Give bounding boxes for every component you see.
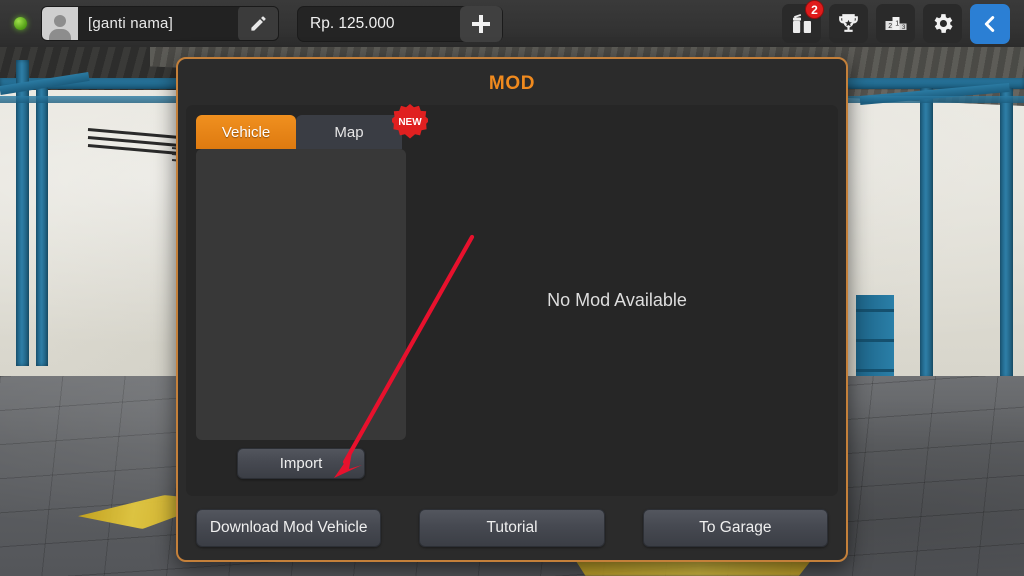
svg-text:1: 1 [895,20,899,27]
dialog-body: Vehicle Map NEW Import No Mod Available [186,104,838,496]
dialog-title: MOD [488,73,536,94]
top-hud-bar: [ganti nama] Rp. 125.000 2 2 1 3 [0,0,1024,47]
leaderboard-podium-icon[interactable]: 2 1 3 [876,4,915,43]
player-name-field[interactable]: [ganti nama] [41,6,279,41]
download-mod-vehicle-button[interactable]: Download Mod Vehicle [196,509,382,547]
online-status-dot [14,17,27,30]
plus-icon[interactable] [460,5,502,42]
pencil-edit-icon[interactable] [238,7,278,40]
to-garage-button[interactable]: To Garage [642,509,828,547]
mod-list-panel[interactable] [196,149,406,440]
mod-list-column: Vehicle Map NEW Import [196,104,428,486]
back-chevron-icon[interactable] [970,3,1010,44]
wall-column-right-2 [1000,88,1013,378]
trophy-icon[interactable] [829,4,868,43]
tutorial-button[interactable]: Tutorial [419,509,605,547]
dialog-footer: Download Mod Vehicle Tutorial To Garage [178,496,846,560]
user-avatar-icon[interactable] [42,7,78,40]
empty-state-label: No Mod Available [547,290,687,310]
player-name-label: [ganti nama] [88,15,173,32]
tab-vehicle[interactable]: Vehicle [196,115,296,149]
gift-icon[interactable]: 2 [782,0,824,43]
mod-dialog: MOD Vehicle Map NEW Import No Mod Availa… [176,57,848,562]
mod-preview-area: No Mod Available [406,115,828,486]
gift-badge-count: 2 [805,0,824,19]
wall-vent-icon [87,128,180,158]
wall-column-left [16,60,29,366]
wall-column-right [920,88,933,378]
gear-settings-icon[interactable] [923,4,962,43]
currency-field[interactable]: Rp. 125.000 [297,5,503,42]
svg-text:2: 2 [888,23,892,30]
wall-column-left-2 [36,86,48,366]
currency-amount-label: Rp. 125.000 [310,14,395,32]
mod-tabs: Vehicle Map NEW [196,104,428,149]
tab-map[interactable]: Map [296,115,402,149]
hud-icon-group: 2 2 1 3 [782,0,1016,44]
import-button[interactable]: Import [237,447,365,479]
import-row: Import [196,440,406,486]
